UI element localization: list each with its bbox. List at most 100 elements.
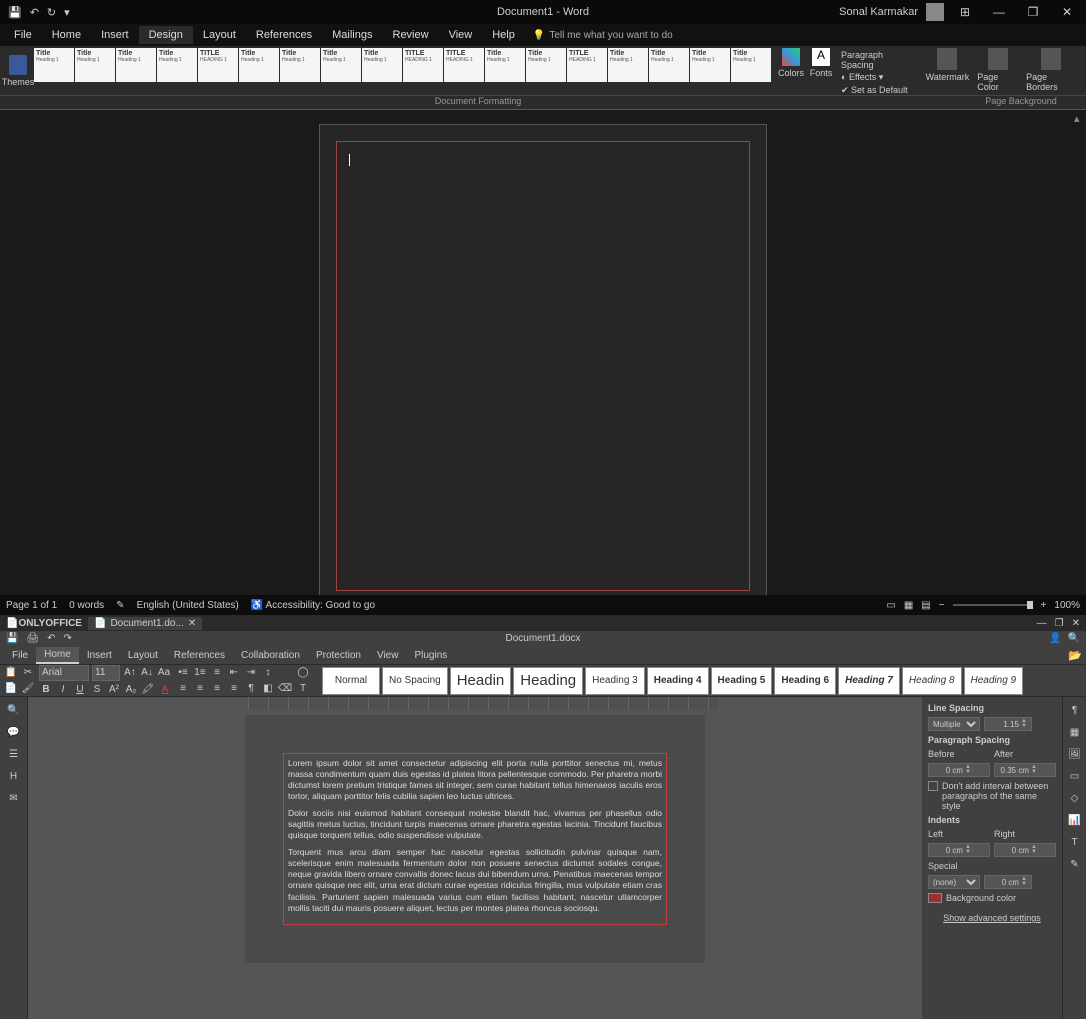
open-file-icon[interactable]: 📂 — [1068, 649, 1082, 662]
comments-icon[interactable]: 💬 — [7, 725, 21, 739]
spacing-after[interactable]: ▲▼ — [994, 763, 1056, 777]
align-left-icon[interactable]: ≡ — [176, 682, 190, 696]
tab-review[interactable]: Review — [383, 26, 439, 44]
style-heading7[interactable]: Heading 7 — [838, 667, 900, 695]
insert-text-icon[interactable]: T — [296, 682, 310, 696]
style-heading6[interactable]: Heading 6 — [774, 667, 836, 695]
redo-icon[interactable]: ↷ — [64, 631, 72, 647]
style-heading5[interactable]: Heading 5 — [711, 667, 773, 695]
tab-home[interactable]: Home — [36, 647, 79, 664]
onlyoffice-page[interactable]: Lorem ipsum dolor sit amet consectetur a… — [245, 715, 705, 963]
style-thumbnail[interactable]: TITLEHEADING 1 — [567, 48, 607, 82]
word-count[interactable]: 0 words — [69, 600, 104, 611]
background-color-row[interactable]: Background color — [928, 893, 1056, 903]
tab-design[interactable]: Design — [139, 26, 193, 44]
signature-panel-icon[interactable]: ✎ — [1068, 857, 1082, 871]
style-thumbnail[interactable]: TitleHeading 1 — [690, 48, 730, 82]
insert-shape-icon[interactable]: ◯ — [296, 666, 310, 680]
style-thumbnail[interactable]: TitleHeading 1 — [321, 48, 361, 82]
style-thumbnail[interactable]: TitleHeading 1 — [362, 48, 402, 82]
close-icon[interactable]: ✕ — [1072, 618, 1080, 629]
highlight-icon[interactable]: 🖍 — [141, 683, 155, 697]
accessibility-status[interactable]: ♿ Accessibility: Good to go — [251, 600, 375, 611]
search-icon[interactable]: 🔍 — [7, 703, 21, 717]
copy-icon[interactable]: 📋 — [4, 666, 18, 680]
maximize-icon[interactable]: ❐ — [1055, 618, 1064, 629]
read-mode-icon[interactable]: ▭ — [886, 600, 895, 611]
style-heading3[interactable]: Heading 3 — [585, 667, 645, 695]
tab-references[interactable]: References — [246, 26, 322, 44]
style-thumbnail[interactable]: TitleHeading 1 — [731, 48, 771, 82]
indent-right[interactable]: ▲▼ — [994, 843, 1056, 857]
word-page[interactable] — [319, 124, 767, 595]
strike-icon[interactable]: S — [90, 683, 104, 697]
zoom-out-icon[interactable]: − — [939, 600, 945, 611]
subscript-icon[interactable]: A₂ — [124, 683, 138, 697]
zoom-slider[interactable] — [953, 604, 1033, 606]
decrease-indent-icon[interactable]: ⇤ — [227, 666, 241, 680]
style-thumbnail[interactable]: TitleHeading 1 — [116, 48, 156, 82]
document-tab[interactable]: 📄 Document1.do... ✕ — [88, 617, 202, 630]
style-thumbnail[interactable]: TitleHeading 1 — [608, 48, 648, 82]
paste-icon[interactable]: 📄 — [4, 682, 18, 696]
multilevel-icon[interactable]: ≡ — [210, 666, 224, 680]
superscript-icon[interactable]: A² — [107, 683, 121, 697]
word-document-area[interactable]: ▴ — [0, 110, 1086, 595]
minimize-icon[interactable]: — — [986, 5, 1012, 19]
zoom-in-icon[interactable]: + — [1041, 600, 1047, 611]
onlyoffice-document-area[interactable]: Lorem ipsum dolor sit amet consectetur a… — [28, 697, 922, 1019]
text-panel-icon[interactable]: T — [1068, 835, 1082, 849]
text-frame[interactable]: Lorem ipsum dolor sit amet consectetur a… — [283, 753, 667, 925]
style-thumbnail[interactable]: TitleHeading 1 — [649, 48, 689, 82]
shading-icon[interactable]: ◧ — [261, 682, 275, 696]
paragraph-panel-icon[interactable]: ¶ — [1068, 703, 1082, 717]
tab-view[interactable]: View — [369, 648, 407, 663]
navigation-icon[interactable]: ☰ — [7, 747, 21, 761]
undo-icon[interactable]: ↶ — [47, 631, 55, 647]
save-icon[interactable]: 💾 — [6, 631, 18, 647]
style-thumbnail[interactable]: TitleHeading 1 — [34, 48, 74, 82]
style-thumbnail[interactable]: TitleHeading 1 — [485, 48, 525, 82]
numbering-icon[interactable]: 1≡ — [193, 666, 207, 680]
style-thumbnail[interactable]: TitleHeading 1 — [280, 48, 320, 82]
indent-left[interactable]: ▲▼ — [928, 843, 990, 857]
undo-icon[interactable]: ↶ — [30, 6, 39, 19]
tab-layout[interactable]: Layout — [193, 26, 246, 44]
align-right-icon[interactable]: ≡ — [210, 682, 224, 696]
header-panel-icon[interactable]: ▭ — [1068, 769, 1082, 783]
ribbon-options-icon[interactable]: ⊞ — [952, 5, 978, 19]
search-icon[interactable]: 🔍 — [1068, 631, 1080, 647]
print-icon[interactable]: 🖨 — [26, 631, 39, 647]
set-default-button[interactable]: ✔ Set as Default — [841, 85, 914, 96]
tab-help[interactable]: Help — [482, 26, 525, 44]
paragraph[interactable]: Lorem ipsum dolor sit amet consectetur a… — [288, 758, 662, 802]
spell-check-icon[interactable]: ✎ — [116, 600, 124, 611]
style-heading1[interactable]: Headin — [450, 667, 512, 695]
no-interval-checkbox[interactable]: Don't add interval between paragraphs of… — [928, 781, 1056, 811]
special-indent-value[interactable]: ▲▼ — [984, 875, 1032, 889]
themes-button[interactable]: Themes — [4, 48, 32, 93]
tab-layout[interactable]: Layout — [120, 648, 166, 663]
bold-icon[interactable]: B — [39, 683, 53, 697]
effects-menu[interactable]: ◐ Effects ▾ — [841, 72, 914, 83]
font-color-icon[interactable]: A — [158, 683, 172, 697]
style-nospacing[interactable]: No Spacing — [382, 667, 448, 695]
close-icon[interactable]: ✕ — [1054, 5, 1080, 19]
style-thumbnail[interactable]: TITLEHEADING 1 — [403, 48, 443, 82]
paragraph[interactable]: Dolor sociis nisi euismod habitant conse… — [288, 808, 662, 841]
style-thumbnail[interactable]: TitleHeading 1 — [526, 48, 566, 82]
style-heading2[interactable]: Heading — [513, 667, 583, 695]
line-spacing-mode[interactable]: Multiple — [928, 717, 980, 731]
tab-insert[interactable]: Insert — [91, 26, 139, 44]
style-heading8[interactable]: Heading 8 — [902, 667, 962, 695]
headings-icon[interactable]: H — [7, 769, 21, 783]
language-indicator[interactable]: English (United States) — [137, 600, 239, 611]
user-name[interactable]: Sonal Karmakar — [839, 6, 918, 18]
tab-protection[interactable]: Protection — [308, 648, 369, 663]
tab-collaboration[interactable]: Collaboration — [233, 648, 308, 663]
advanced-settings-link[interactable]: Show advanced settings — [928, 913, 1056, 923]
tab-insert[interactable]: Insert — [79, 648, 120, 663]
style-heading9[interactable]: Heading 9 — [964, 667, 1024, 695]
zoom-level[interactable]: 100% — [1054, 600, 1080, 611]
save-icon[interactable]: 💾 — [8, 6, 22, 19]
